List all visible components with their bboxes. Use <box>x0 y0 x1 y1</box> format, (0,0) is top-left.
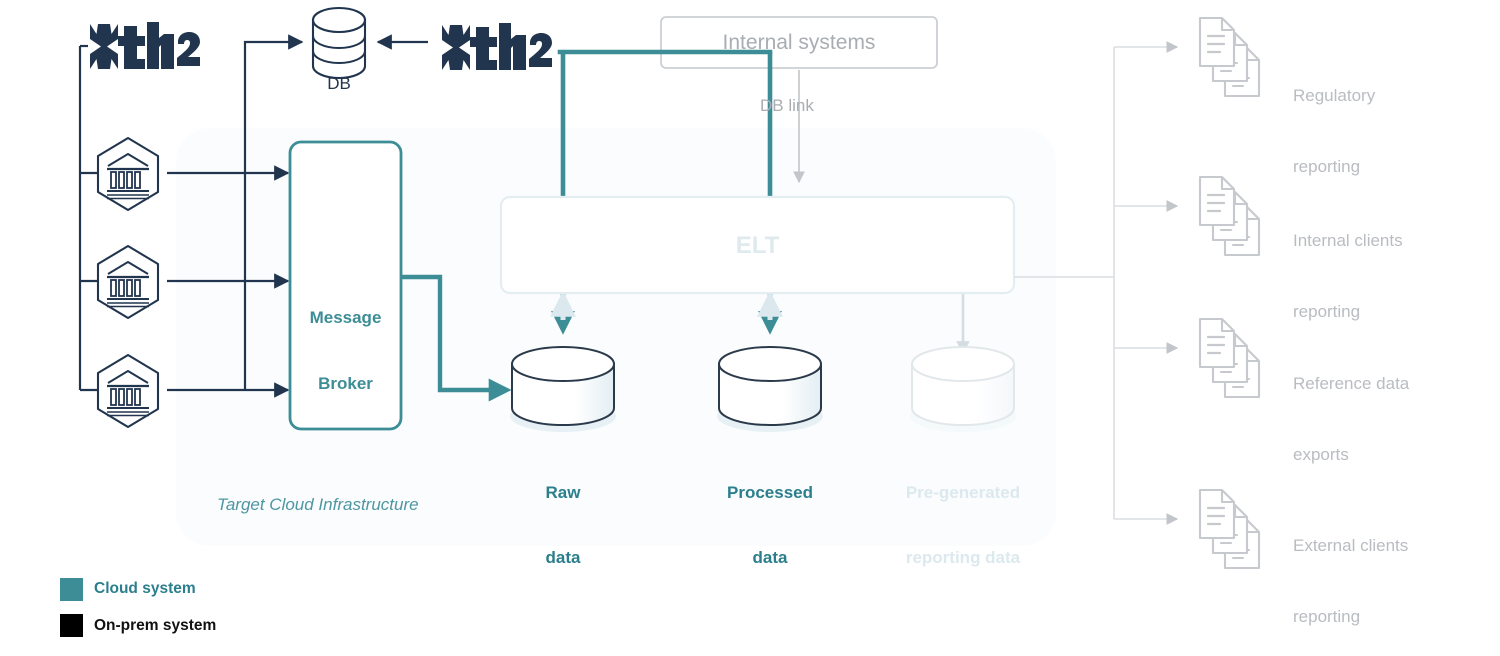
store-label-raw-data: Raw data <box>483 438 643 612</box>
legend-label-onprem: On-prem system <box>94 617 217 634</box>
th2-logo-mid <box>442 23 552 70</box>
message-broker-label-line2: Broker <box>318 374 373 394</box>
message-broker-label: Message Broker <box>290 263 401 440</box>
message-broker-label-line1: Message <box>309 308 382 328</box>
store-label-processed-data-line1: Processed <box>727 482 813 502</box>
store-label-processed-data: Processed data <box>690 438 850 612</box>
bank-source-icon-2 <box>96 244 160 320</box>
cloud-zone-label: Target Cloud Infrastructure <box>217 495 419 514</box>
elt-label: ELT <box>735 232 780 259</box>
legend-swatch-onprem <box>60 614 83 637</box>
document-stack-icon-external-clients <box>1198 488 1261 570</box>
output-label-regulatory-line1: Regulatory <box>1293 85 1376 105</box>
document-stack-icon-regulatory <box>1198 16 1261 98</box>
output-label-external-clients-line1: External clients <box>1293 535 1409 555</box>
store-label-pregenerated-line2: reporting data <box>905 547 1021 567</box>
store-label-pregenerated-reporting-data: Pre-generated reporting data <box>873 438 1053 612</box>
legend-label-cloud: Cloud system <box>94 580 196 597</box>
db-link-label: DB link <box>760 96 814 115</box>
legend-swatch-cloud <box>60 578 83 601</box>
output-label-reference-data-line2: exports <box>1293 444 1349 464</box>
output-label-external-clients-line2: reporting <box>1293 606 1361 626</box>
document-stack-icon-internal-clients <box>1198 175 1261 257</box>
output-label-internal-clients-line2: reporting <box>1293 301 1361 321</box>
diagram-canvas: DB Internal systems DB link ELT Message … <box>0 0 1500 656</box>
output-label-regulatory-line2: reporting <box>1293 156 1361 176</box>
bank-source-icon-1 <box>96 136 160 212</box>
th2-logo-top-left <box>90 22 200 69</box>
internal-systems-label: Internal systems <box>722 31 876 54</box>
store-label-raw-data-line1: Raw <box>545 482 581 502</box>
output-label-external-clients: External clients reporting <box>1293 486 1408 656</box>
onprem-db-cylinder <box>311 6 367 80</box>
store-processed-data <box>717 346 823 432</box>
store-raw-data <box>510 346 616 432</box>
store-label-raw-data-line2: data <box>545 547 581 567</box>
store-label-pregenerated-line1: Pre-generated <box>905 482 1021 502</box>
bank-source-icon-3 <box>96 353 160 429</box>
document-stack-icon-reference-data <box>1198 317 1261 399</box>
output-label-reference-data-line1: Reference data <box>1293 373 1410 393</box>
output-label-internal-clients-line1: Internal clients <box>1293 230 1403 250</box>
store-pregenerated-reporting-data <box>910 346 1016 432</box>
store-label-processed-data-line2: data <box>752 547 788 567</box>
db-label: DB <box>327 74 351 93</box>
